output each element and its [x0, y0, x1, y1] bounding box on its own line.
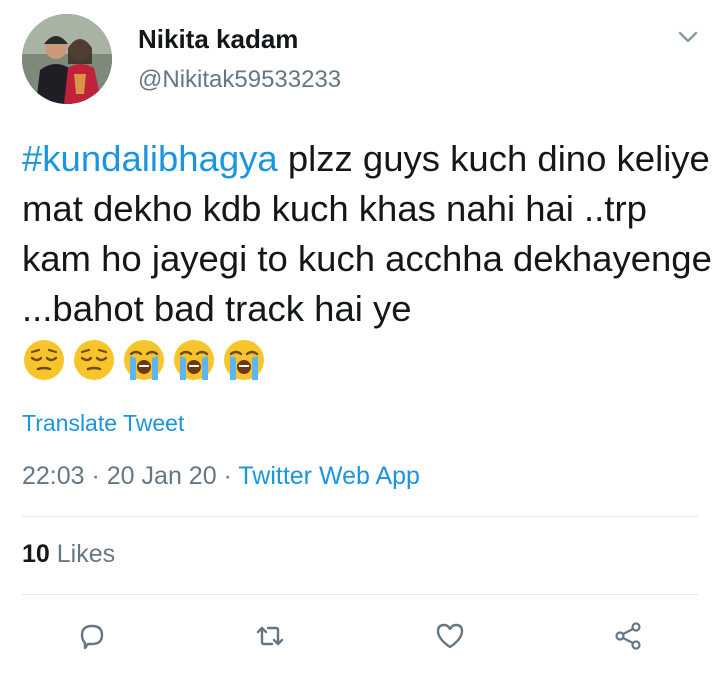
tweet-text: #kundalibhagya plzz guys kuch dino keliy… — [22, 134, 712, 334]
pensive-face-icon — [74, 340, 114, 380]
chevron-down-icon[interactable] — [678, 30, 698, 44]
divider — [22, 516, 698, 517]
like-button[interactable] — [432, 618, 468, 654]
translate-tweet-link[interactable]: Translate Tweet — [22, 410, 184, 437]
loudly-crying-face-icon — [174, 340, 214, 380]
emoji-row — [22, 338, 266, 382]
tweet-source-link[interactable]: Twitter Web App — [238, 462, 420, 490]
share-button[interactable] — [610, 618, 646, 654]
reply-icon — [80, 624, 104, 650]
tweet-time: 22:03 — [22, 462, 85, 490]
retweet-button[interactable] — [252, 618, 288, 654]
likes-stat[interactable]: 10 Likes — [22, 540, 115, 569]
hashtag-link[interactable]: #kundalibhagya — [22, 138, 278, 179]
reply-button[interactable] — [74, 618, 110, 654]
meta-separator: · — [216, 462, 239, 490]
tweet-date: 20 Jan 20 — [106, 462, 217, 490]
avatar[interactable] — [22, 14, 112, 104]
likes-count: 10 — [22, 540, 50, 568]
meta-separator: · — [84, 462, 107, 490]
loudly-crying-face-icon — [224, 340, 264, 380]
retweet-icon — [256, 626, 284, 646]
divider — [22, 594, 698, 595]
author-name[interactable]: Nikita kadam — [138, 24, 298, 55]
author-handle[interactable]: @Nikitak59533233 — [138, 66, 341, 94]
likes-label: Likes — [49, 540, 116, 568]
loudly-crying-face-icon — [124, 340, 164, 380]
pensive-face-icon — [24, 340, 64, 380]
like-icon — [436, 623, 464, 649]
tweet-meta: 22:03 · 20 Jan 20 · Twitter Web App — [22, 462, 420, 491]
share-icon — [615, 622, 641, 650]
